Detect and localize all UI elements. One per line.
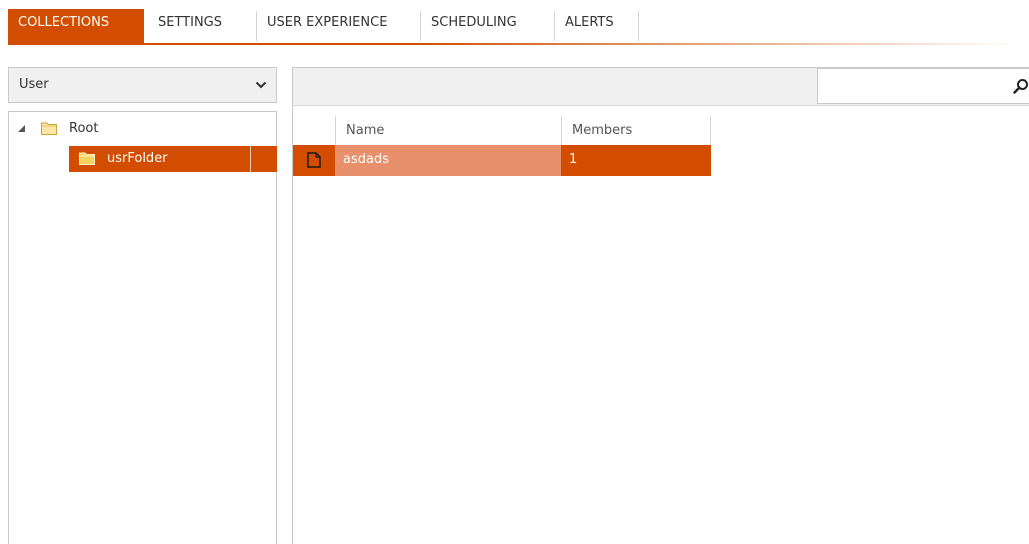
folder-icon (79, 152, 95, 165)
search-input[interactable] (824, 75, 1008, 99)
tree-node-label: usrFolder (107, 151, 168, 166)
folder-tree: Root usrFolder (8, 111, 277, 544)
tab-user-experience[interactable]: USER EXPERIENCE (257, 11, 421, 41)
column-header-name[interactable]: Name (335, 116, 561, 145)
tree-node-root[interactable]: Root (9, 116, 269, 142)
expand-triangle-icon[interactable] (18, 125, 25, 132)
main-tabs: COLLECTIONS SETTINGS USER EXPERIENCE SCH… (8, 9, 1029, 45)
search-box[interactable] (817, 68, 1029, 104)
collection-type-select[interactable]: User (8, 67, 277, 103)
folder-icon (41, 122, 57, 135)
search-icon[interactable] (1013, 78, 1029, 94)
column-header-members[interactable]: Members (561, 116, 711, 145)
grid-header: Name Members (293, 116, 711, 145)
tree-node-usrfolder[interactable]: usrFolder (69, 146, 277, 172)
collection-members-panel: Name Members asdads 1 (292, 67, 1029, 544)
document-icon (307, 152, 321, 168)
panel-toolbar (293, 68, 1029, 106)
node-divider (250, 146, 251, 172)
chevron-down-icon (255, 81, 267, 89)
tab-collections[interactable]: COLLECTIONS (8, 9, 144, 43)
table-row[interactable]: asdads 1 (293, 145, 711, 176)
collection-type-value: User (19, 77, 49, 92)
tab-scheduling[interactable]: SCHEDULING (421, 11, 555, 41)
row-name-cell: asdads (335, 145, 561, 176)
tab-settings[interactable]: SETTINGS (148, 11, 257, 41)
row-members-cell: 1 (561, 145, 711, 176)
row-icon-cell (293, 145, 335, 176)
tab-underline (8, 43, 1018, 45)
tab-alerts[interactable]: ALERTS (555, 11, 639, 41)
tree-node-label: Root (69, 121, 99, 136)
